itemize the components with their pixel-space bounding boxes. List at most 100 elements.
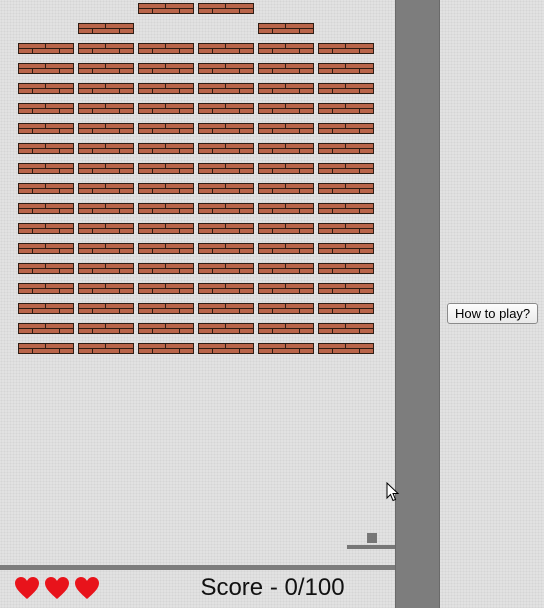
brick [138,143,194,154]
brick [198,263,254,274]
floor-line [0,565,395,570]
brick [318,123,374,134]
brick [318,223,374,234]
brick [258,183,314,194]
brick [18,103,74,114]
brick [198,243,254,254]
brick [318,243,374,254]
brick [198,183,254,194]
paddle[interactable] [347,545,395,549]
brick [318,163,374,174]
brick [258,223,314,234]
brick [78,223,134,234]
brick [258,243,314,254]
brick [138,103,194,114]
heart-icon [15,577,39,599]
brick [198,43,254,54]
brick [318,63,374,74]
brick [138,3,194,14]
brick [18,43,74,54]
brick [318,283,374,294]
brick [138,163,194,174]
brick [18,223,74,234]
brick [198,83,254,94]
brick [258,163,314,174]
brick [258,83,314,94]
brick [318,43,374,54]
brick [258,63,314,74]
brick [258,123,314,134]
score-label: Score - 0/100 [200,574,345,601]
brick [78,163,134,174]
brick [138,123,194,134]
heart-icon [45,577,69,599]
brick [138,43,194,54]
brick [78,203,134,214]
brick [18,183,74,194]
brick [18,323,74,334]
brick [78,343,134,354]
brick [138,83,194,94]
brick [258,143,314,154]
brick [78,303,134,314]
brick [258,303,314,314]
game-board[interactable] [0,0,395,608]
brick [138,263,194,274]
brick [198,163,254,174]
brick [78,243,134,254]
brick [258,203,314,214]
brick [18,63,74,74]
brick [78,23,134,34]
brick [318,323,374,334]
brick [138,183,194,194]
brick [78,103,134,114]
brick [138,283,194,294]
brick [78,323,134,334]
brick [318,143,374,154]
brick [18,343,74,354]
heart-icon [75,577,99,599]
brick [258,103,314,114]
brick [18,143,74,154]
brick [138,343,194,354]
brick [78,63,134,74]
brick [138,243,194,254]
brick [18,243,74,254]
brick [78,283,134,294]
brick [318,303,374,314]
brick [198,283,254,294]
brick [18,123,74,134]
brick [198,123,254,134]
ball [367,533,377,543]
brick [198,143,254,154]
brick [78,183,134,194]
brick [18,163,74,174]
brick [318,103,374,114]
lives-display [14,576,100,600]
brick [78,143,134,154]
brick [258,343,314,354]
brick [78,43,134,54]
brick [18,303,74,314]
brick [78,263,134,274]
brick [18,263,74,274]
brick [258,23,314,34]
brick [318,183,374,194]
brick [258,323,314,334]
brick [18,203,74,214]
brick [198,203,254,214]
brick [258,43,314,54]
brick [138,223,194,234]
brick [198,63,254,74]
brick [198,3,254,14]
brick [318,203,374,214]
brick [318,343,374,354]
brick [198,343,254,354]
brick [258,263,314,274]
brick [198,323,254,334]
brick [78,123,134,134]
brick [138,323,194,334]
brick [258,283,314,294]
how-to-play-button[interactable]: How to play? [447,303,539,324]
brick [18,283,74,294]
